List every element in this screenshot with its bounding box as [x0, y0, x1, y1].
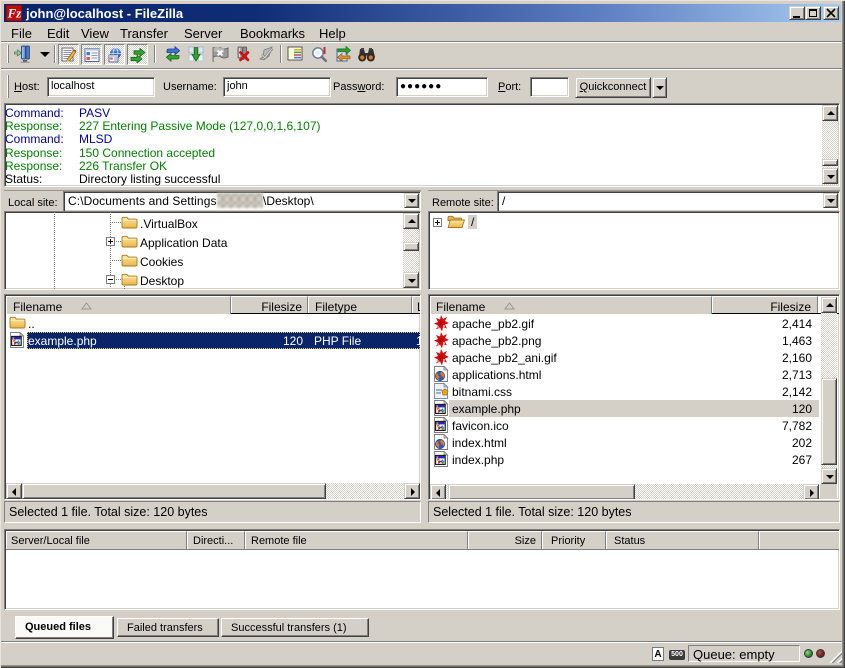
svg-text:Fz: Fz [7, 6, 22, 21]
